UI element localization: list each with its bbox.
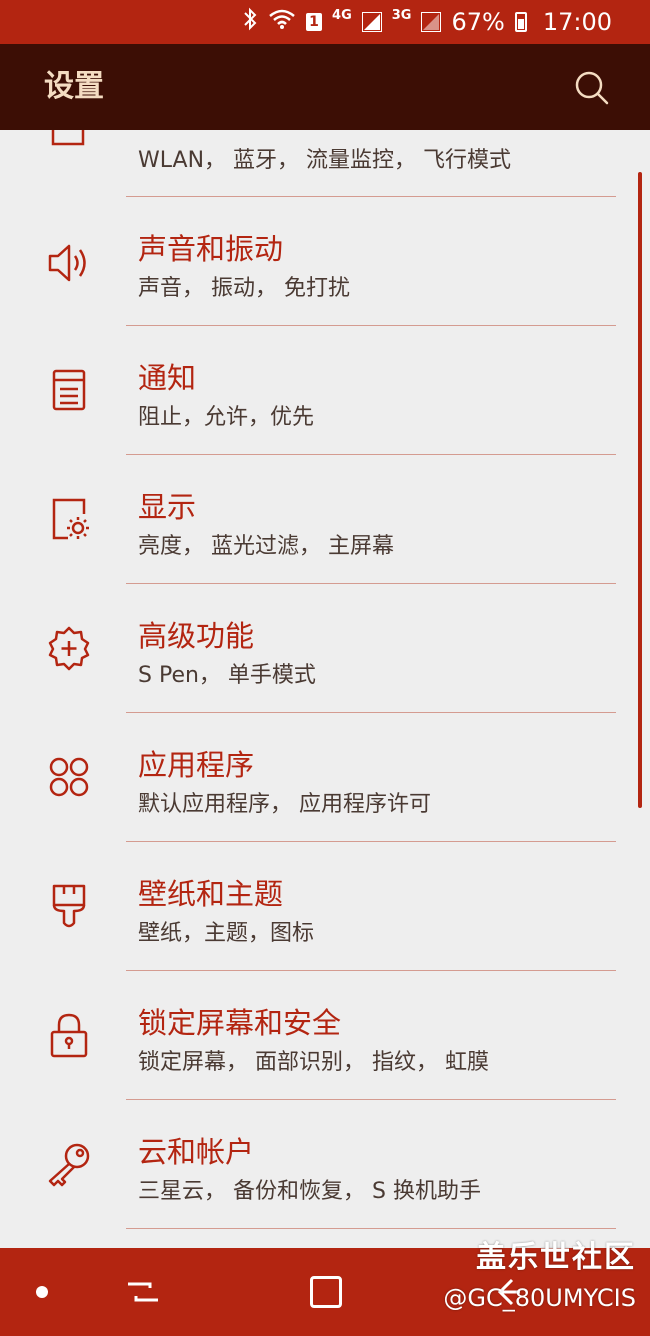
search-icon xyxy=(575,71,609,105)
settings-item-title: 高级功能 xyxy=(138,619,255,653)
settings-item-title: 云和帐户 xyxy=(138,1135,255,1169)
apps-icon xyxy=(49,757,89,797)
search-button[interactable] xyxy=(572,68,612,108)
display-icon xyxy=(52,498,89,540)
settings-item-subtitle: WLAN， 蓝牙， 流量监控， 飞行模式 xyxy=(138,148,512,173)
settings-item-sound[interactable]: 声音和振动 声音， 振动， 免打扰 xyxy=(0,196,650,325)
settings-item-subtitle: 锁定屏幕， 面部识别， 指纹， 虹膜 xyxy=(138,1050,489,1075)
settings-item-title: 显示 xyxy=(138,490,197,524)
settings-item-cloud-accounts[interactable]: 云和帐户 三星云， 备份和恢复， S 换机助手 xyxy=(0,1099,650,1228)
wifi-icon xyxy=(268,8,296,36)
settings-item-apps[interactable]: 应用程序 默认应用程序， 应用程序许可 xyxy=(0,712,650,841)
advanced-gear-icon xyxy=(48,626,90,671)
hide-navbar-dot-button[interactable] xyxy=(36,1286,48,1298)
key-icon xyxy=(48,1143,90,1187)
status-bar: 1 4G 3G 67% 17:00 xyxy=(0,0,650,44)
settings-item-subtitle: S Pen， 单手模式 xyxy=(138,663,316,688)
volume-icon xyxy=(48,244,86,282)
recents-icon xyxy=(128,1282,158,1302)
network-type-4g: 4G xyxy=(332,7,352,23)
scrollbar[interactable] xyxy=(638,172,642,808)
paintbrush-icon xyxy=(52,884,86,928)
settings-list: WLAN， 蓝牙， 流量监控， 飞行模式 声音和振动 声音， 振动， 免打扰 通… xyxy=(0,130,650,1248)
watermark-community-name: 盖乐世社区 xyxy=(476,1240,636,1275)
settings-item-subtitle: 默认应用程序， 应用程序许可 xyxy=(138,792,431,817)
signal-icon xyxy=(361,12,382,32)
sim-badge: 1 xyxy=(306,13,323,31)
divider xyxy=(126,1228,616,1229)
settings-item-subtitle: 亮度， 蓝光过滤， 主屏幕 xyxy=(138,534,394,559)
watermark: 盖乐世社区 @GC_80UMYCIS xyxy=(408,1232,636,1312)
settings-item-title: 锁定屏幕和安全 xyxy=(138,1006,342,1040)
settings-item-advanced[interactable]: 高级功能 S Pen， 单手模式 xyxy=(0,583,650,712)
settings-item-notifications[interactable]: 通知 阻止，允许，优先 xyxy=(0,325,650,454)
settings-item-connections[interactable]: WLAN， 蓝牙， 流量监控， 飞行模式 xyxy=(0,130,650,196)
page-title: 设置 xyxy=(44,69,104,104)
notification-icon xyxy=(52,369,86,411)
settings-item-title: 通知 xyxy=(138,361,197,395)
clock: 17:00 xyxy=(542,8,612,36)
network-type-3g: 3G xyxy=(391,7,412,23)
signal-icon-2 xyxy=(421,12,442,32)
recents-button[interactable] xyxy=(124,1274,164,1310)
settings-item-title: 声音和振动 xyxy=(138,232,284,266)
settings-item-subtitle: 三星云， 备份和恢复， S 换机助手 xyxy=(138,1179,481,1204)
watermark-user-handle: @GC_80UMYCIS xyxy=(443,1284,636,1312)
settings-item-display[interactable]: 显示 亮度， 蓝光过滤， 主屏幕 xyxy=(0,454,650,583)
settings-item-lockscreen[interactable]: 锁定屏幕和安全 锁定屏幕， 面部识别， 指纹， 虹膜 xyxy=(0,970,650,1099)
home-button[interactable] xyxy=(310,1276,342,1308)
settings-item-subtitle: 声音， 振动， 免打扰 xyxy=(138,276,350,301)
app-bar: 设置 xyxy=(0,44,650,130)
settings-item-subtitle: 阻止，允许，优先 xyxy=(138,405,315,430)
battery-percent: 67% xyxy=(451,8,505,36)
settings-item-title: 壁纸和主题 xyxy=(138,877,284,911)
settings-item-subtitle: 壁纸，主题，图标 xyxy=(138,921,315,946)
battery-icon xyxy=(514,12,527,32)
connections-icon xyxy=(51,130,85,146)
bluetooth-icon xyxy=(242,7,258,37)
settings-item-wallpaper[interactable]: 壁纸和主题 壁纸，主题，图标 xyxy=(0,841,650,970)
settings-item-title: 应用程序 xyxy=(138,748,255,782)
lock-icon xyxy=(50,1013,88,1058)
